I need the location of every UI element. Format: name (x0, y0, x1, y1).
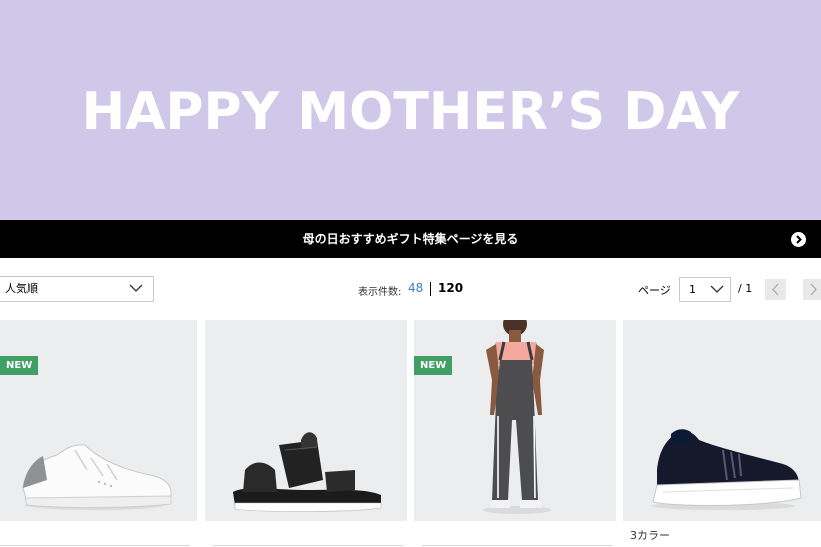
page-label: ページ (638, 284, 671, 297)
page-dropdown[interactable]: 1 (679, 277, 731, 302)
divider (0, 545, 190, 546)
divider (213, 545, 403, 546)
chevron-down-icon (129, 284, 143, 292)
display-count-48[interactable]: 48 (408, 281, 423, 295)
white-sneaker-image (22, 444, 172, 510)
divider (430, 282, 431, 296)
product-card[interactable] (414, 320, 616, 521)
black-sandal-image (233, 432, 382, 512)
page-total: / 1 (738, 282, 753, 295)
arrow-right-icon (791, 232, 806, 247)
new-badge: NEW (0, 356, 39, 375)
product-card[interactable] (623, 320, 821, 521)
display-count-120[interactable]: 120 (438, 281, 463, 295)
page-current: 1 (689, 283, 696, 296)
product-color-count: 3カラー (630, 529, 670, 542)
new-badge: NEW (414, 356, 453, 375)
grey-overalls-model-image (483, 320, 551, 514)
sort-selected-value: 人気順 (5, 282, 38, 295)
divider (422, 545, 612, 546)
black-knit-sneaker-image (651, 429, 802, 510)
sort-dropdown[interactable]: 人気順 (0, 276, 154, 302)
prev-page-button[interactable] (765, 279, 786, 300)
gift-feature-banner[interactable]: 母の日おすすめギフト特集ページを見る (0, 220, 821, 258)
hero-banner[interactable]: HAPPY MOTHER’S DAY (0, 0, 821, 220)
chevron-right-icon (810, 283, 817, 296)
chevron-down-icon (710, 285, 724, 293)
next-page-button[interactable] (803, 279, 821, 300)
gift-feature-link[interactable]: 母の日おすすめギフト特集ページを見る (0, 220, 821, 258)
display-count-label: 表示件数: (358, 287, 402, 298)
product-card[interactable] (0, 320, 197, 521)
product-card[interactable] (205, 320, 407, 521)
chevron-left-icon (772, 283, 779, 296)
hero-title: HAPPY MOTHER’S DAY (81, 82, 740, 142)
